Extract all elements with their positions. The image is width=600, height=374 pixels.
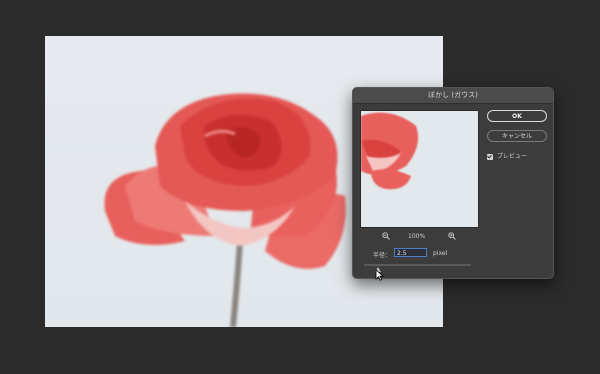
preview-checkbox-label: プレビュー xyxy=(497,153,528,160)
gaussian-blur-dialog: ぼかし (ガウス) 100% 半径： 2.5 pixel OK キャンセル プレ… xyxy=(352,87,554,279)
cancel-button[interactable]: キャンセル xyxy=(487,130,547,142)
checkbox-icon[interactable] xyxy=(487,153,493,160)
zoom-level: 100% xyxy=(408,233,426,240)
ok-button[interactable]: OK xyxy=(487,110,547,122)
dialog-title[interactable]: ぼかし (ガウス) xyxy=(353,88,553,104)
preview-checkbox[interactable]: プレビュー xyxy=(487,151,527,160)
zoom-controls: 100% xyxy=(360,232,477,242)
arrow-cursor-icon xyxy=(375,266,385,281)
preview-image xyxy=(361,112,419,190)
radius-unit: pixel xyxy=(433,250,448,257)
radius-label: 半径： xyxy=(373,252,392,259)
zoom-in-icon[interactable] xyxy=(448,232,456,242)
radius-input[interactable]: 2.5 xyxy=(394,248,427,257)
zoom-out-icon[interactable] xyxy=(382,232,390,242)
preview-pane[interactable] xyxy=(360,110,479,228)
